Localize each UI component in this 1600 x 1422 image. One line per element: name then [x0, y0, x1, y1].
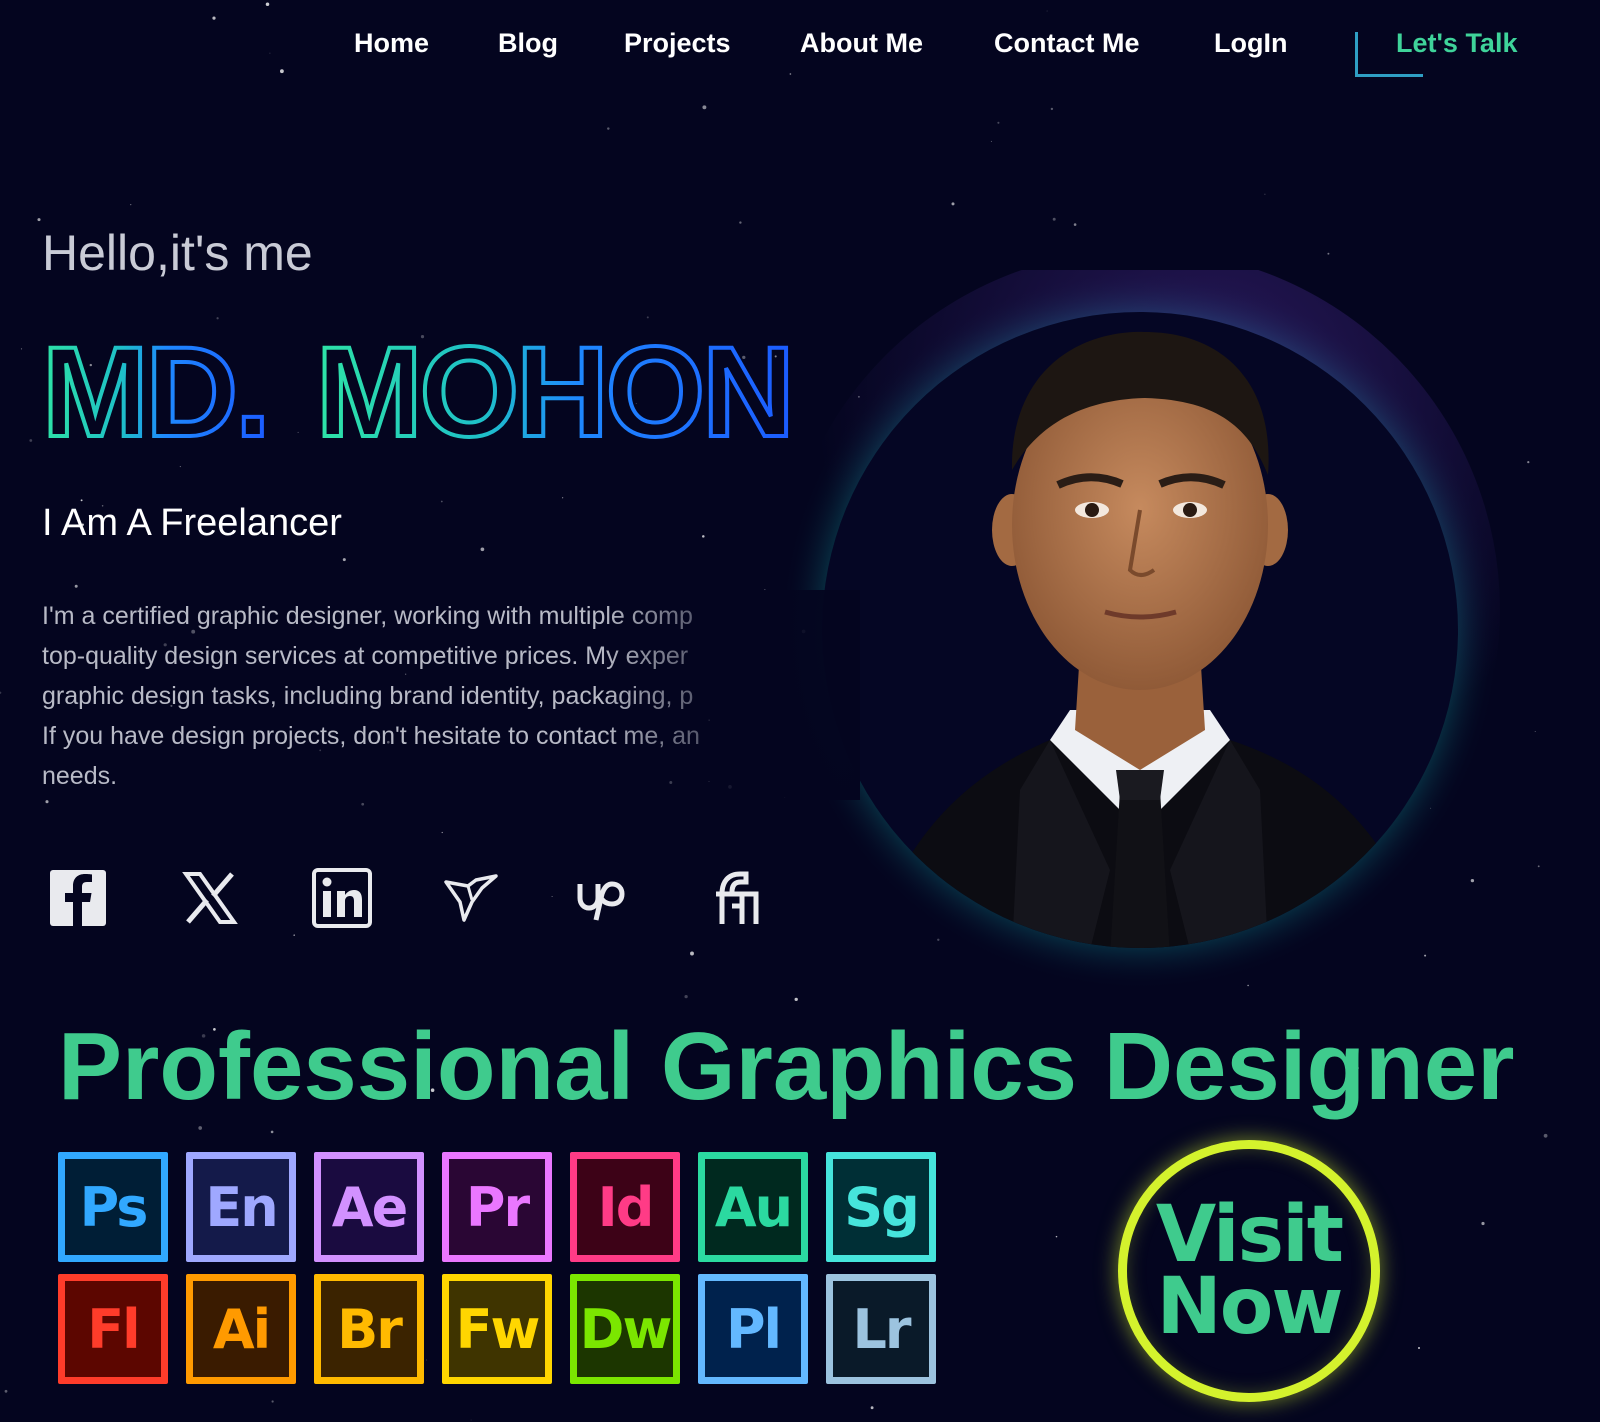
nav-about-me[interactable]: About Me [800, 28, 923, 59]
app-icon-ps: Ps [58, 1152, 168, 1262]
app-icon-au: Au [698, 1152, 808, 1262]
bio-fade-overlay [600, 590, 860, 800]
freelancer-icon[interactable] [440, 866, 504, 930]
nav-blog[interactable]: Blog [498, 28, 558, 59]
nav-contact-me[interactable]: Contact Me [994, 28, 1140, 59]
linkedin-icon[interactable] [310, 866, 374, 930]
app-icon-fw: Fw [442, 1274, 552, 1384]
headline-professional: Professional Graphics Designer [58, 1013, 1515, 1120]
profile-photo [780, 270, 1500, 990]
visit-now-button[interactable]: Visit Now [1118, 1140, 1380, 1402]
app-icon-dw: Dw [570, 1274, 680, 1384]
cta-bracket-decoration [1355, 32, 1358, 76]
software-icons-grid: Ps En Ae Pr Id Au Sg Fl Ai Br Fw Dw Pl Lr [58, 1152, 938, 1392]
top-nav: Home Blog Projects About Me Contact Me L… [0, 24, 1600, 84]
facebook-icon[interactable] [46, 866, 110, 930]
hero-greeting: Hello,it's me [42, 225, 313, 281]
hero-role: I Am A Freelancer [42, 502, 342, 544]
app-icon-ai: Ai [186, 1274, 296, 1384]
social-links [0, 866, 820, 936]
app-icon-id: Id [570, 1152, 680, 1262]
app-icon-sg: Sg [826, 1152, 936, 1262]
app-icon-ae: Ae [314, 1152, 424, 1262]
app-icon-fl: Fl [58, 1274, 168, 1384]
app-icon-pl: Pl [698, 1274, 808, 1384]
x-twitter-icon[interactable] [178, 866, 242, 930]
nav-home[interactable]: Home [354, 28, 429, 59]
nav-login[interactable]: LogIn [1214, 28, 1287, 59]
app-icon-en: En [186, 1152, 296, 1262]
fiverr-icon[interactable] [706, 866, 770, 930]
now-label: Now [1156, 1262, 1344, 1352]
hero-name: MD. MOHON [40, 322, 797, 457]
upwork-icon[interactable] [574, 866, 638, 930]
hero-name-last: MOHON [316, 322, 792, 457]
app-icon-pr: Pr [442, 1152, 552, 1262]
cta-underline-decoration [1355, 74, 1423, 77]
app-icon-lr: Lr [826, 1274, 936, 1384]
lets-talk-label: Let's Talk [1396, 28, 1518, 58]
nav-projects[interactable]: Projects [624, 28, 731, 59]
hero-name-first: MD. [42, 322, 268, 457]
visit-label: Visit [1155, 1190, 1344, 1280]
app-icon-br: Br [314, 1274, 424, 1384]
